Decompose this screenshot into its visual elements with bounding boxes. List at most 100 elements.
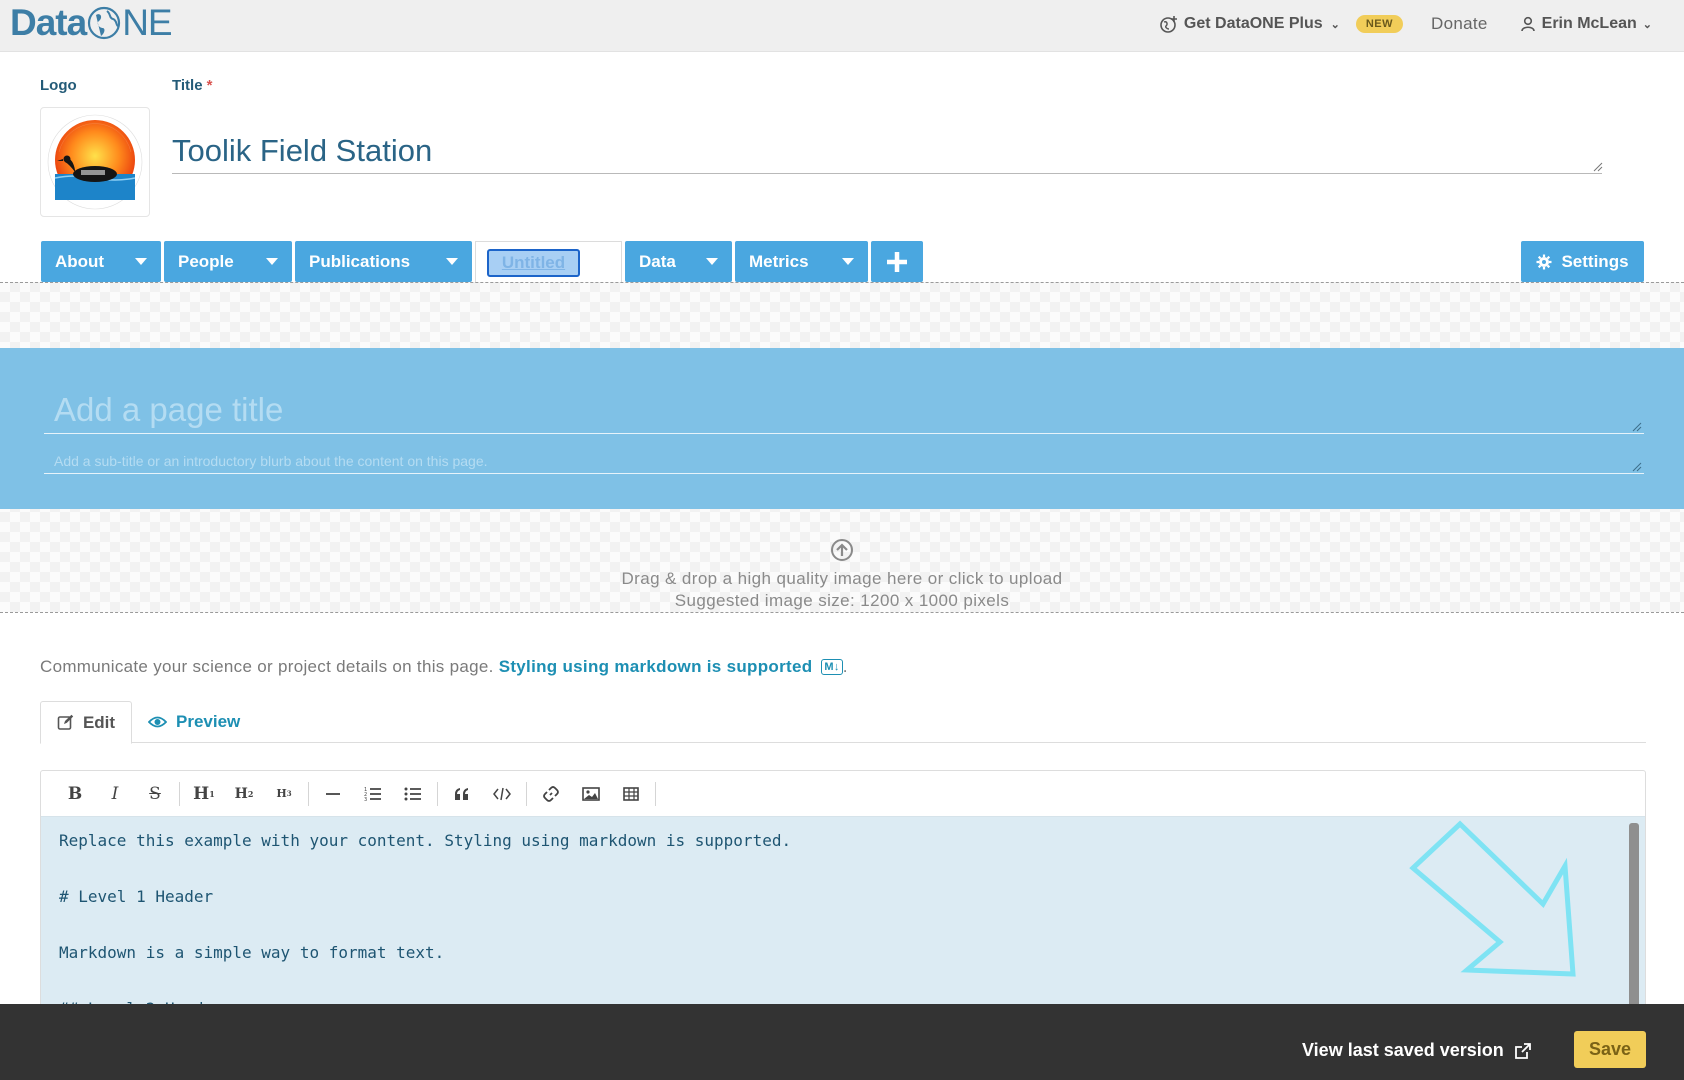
settings-button[interactable]: Settings <box>1521 241 1644 282</box>
heading-1-button[interactable]: H1 <box>184 778 224 810</box>
logo-label: Logo <box>40 77 77 94</box>
heading-3-icon: H <box>276 787 287 800</box>
tab-untitled[interactable]: Untitled <box>475 241 622 282</box>
eye-icon <box>148 716 167 728</box>
title-label-text: Title <box>172 77 203 94</box>
view-last-saved-link[interactable]: View last saved version <box>1302 1040 1532 1061</box>
heading-2-icon: H <box>234 785 248 802</box>
chevron-down-icon: ⌄ <box>1330 18 1340 31</box>
top-navbar: Data NE Get DataONE Plus ⌄ NEW Donate Er… <box>0 0 1684 52</box>
toolbar-separator <box>179 781 180 806</box>
get-plus-label: Get DataONE Plus <box>1183 15 1323 32</box>
strikethrough-button[interactable]: S <box>135 778 175 810</box>
upload-instructions: Drag & drop a high quality image here or… <box>621 569 1063 588</box>
table-button[interactable] <box>611 778 651 810</box>
external-link-icon <box>1514 1042 1531 1059</box>
editor-tabs: Edit Preview <box>40 701 1646 744</box>
resize-grip-icon[interactable] <box>1632 422 1642 432</box>
quote-icon <box>455 787 468 800</box>
caret-down-icon[interactable] <box>266 258 278 265</box>
get-plus-menu[interactable]: Get DataONE Plus ⌄ NEW <box>1160 15 1404 33</box>
tab-preview-label: Preview <box>176 712 241 731</box>
save-footer: View last saved version Save <box>0 1004 1684 1080</box>
plus-icon <box>887 251 907 272</box>
brand-text-data: Data <box>10 2 87 43</box>
title-label: Title * <box>172 77 212 94</box>
image-upload-dropzone[interactable]: Drag & drop a high quality image here or… <box>0 538 1684 612</box>
dataone-logo[interactable]: Data NE <box>10 2 173 43</box>
tab-publications-label: Publications <box>309 251 411 271</box>
image-button[interactable] <box>571 778 611 810</box>
page-subtitle-input[interactable]: Add a sub-title or an introductory blurb… <box>44 448 1644 474</box>
caret-down-icon[interactable] <box>135 258 147 265</box>
tab-about[interactable]: About <box>41 241 161 282</box>
image-icon <box>582 786 600 801</box>
save-button[interactable]: Save <box>1574 1031 1646 1068</box>
chevron-down-icon: ⌄ <box>1642 18 1652 31</box>
markdown-icon: M↓ <box>821 659 843 675</box>
tab-data[interactable]: Data <box>625 241 732 282</box>
unordered-list-button[interactable] <box>393 778 433 810</box>
code-icon <box>493 787 511 800</box>
divider <box>0 282 1684 283</box>
strikethrough-icon: S <box>149 783 161 804</box>
bold-button[interactable]: B <box>55 778 95 810</box>
donate-link[interactable]: Donate <box>1431 14 1488 34</box>
globe-icon <box>88 6 121 40</box>
quote-button[interactable] <box>442 778 482 810</box>
edit-icon <box>57 714 74 730</box>
tab-edit-label: Edit <box>82 712 116 732</box>
page-title-input[interactable]: Add a page title <box>44 386 1644 434</box>
title-input[interactable]: Toolik Field Station <box>172 128 1602 174</box>
tab-edit[interactable]: Edit <box>40 701 132 744</box>
toolik-logo-image <box>47 114 143 210</box>
tab-people-label: People <box>178 251 234 271</box>
gear-icon <box>1536 254 1552 269</box>
code-button[interactable] <box>482 778 522 810</box>
tab-preview[interactable]: Preview <box>148 701 240 743</box>
heading-2-button[interactable]: H2 <box>224 778 264 810</box>
toolbar-separator <box>526 781 527 806</box>
brand-text-one: NE <box>122 2 172 43</box>
tab-publications[interactable]: Publications <box>295 241 472 282</box>
user-menu[interactable]: Erin McLean ⌄ <box>1520 15 1652 33</box>
settings-label: Settings <box>1561 251 1629 271</box>
link-button[interactable] <box>531 778 571 810</box>
tab-metrics[interactable]: Metrics <box>735 241 868 282</box>
tab-metrics-label: Metrics <box>749 251 809 271</box>
view-last-saved-label: View last saved version <box>1302 1040 1504 1060</box>
portal-logo-upload[interactable] <box>40 107 150 217</box>
intro-description: Communicate your science or project deta… <box>40 657 494 676</box>
upload-size-hint: Suggested image size: 1200 x 1000 pixels <box>674 591 1010 610</box>
ordered-list-button[interactable]: 1 2 3 <box>353 778 393 810</box>
caret-down-icon[interactable] <box>706 258 718 265</box>
intro-text: Communicate your science or project deta… <box>40 657 848 677</box>
intro-end: . <box>842 657 848 676</box>
horizontal-rule-icon <box>326 792 340 795</box>
editor-toolbar: B I S H1 H2 H3 1 2 3 <box>41 771 1645 816</box>
heading-3-button[interactable]: H3 <box>264 778 304 810</box>
unordered-list-icon <box>404 787 421 800</box>
new-badge: NEW <box>1355 15 1404 33</box>
svg-text:3: 3 <box>364 797 367 802</box>
markdown-help-link[interactable]: Styling using markdown is supported <box>499 657 813 676</box>
required-mark: * <box>206 77 213 94</box>
horizontal-rule-button[interactable] <box>313 778 353 810</box>
bold-icon: B <box>67 783 83 804</box>
toolbar-separator <box>308 781 309 806</box>
caret-down-icon[interactable] <box>842 258 854 265</box>
resize-grip-icon[interactable] <box>1632 462 1642 472</box>
tab-name-input[interactable]: Untitled <box>487 249 580 277</box>
link-icon <box>543 785 559 802</box>
section-tabs: About People Publications Untitled Data … <box>41 241 923 282</box>
tab-data-label: Data <box>639 251 676 271</box>
tab-about-label: About <box>55 251 105 271</box>
tutorial-arrow-icon <box>1409 820 1576 977</box>
italic-button[interactable]: I <box>95 778 135 810</box>
toolbar-separator <box>655 781 656 806</box>
tab-people[interactable]: People <box>164 241 292 282</box>
add-page-button[interactable] <box>871 241 923 282</box>
resize-grip-icon[interactable] <box>1593 162 1603 172</box>
caret-down-icon[interactable] <box>446 258 458 265</box>
heading-1-icon: H <box>193 783 210 804</box>
